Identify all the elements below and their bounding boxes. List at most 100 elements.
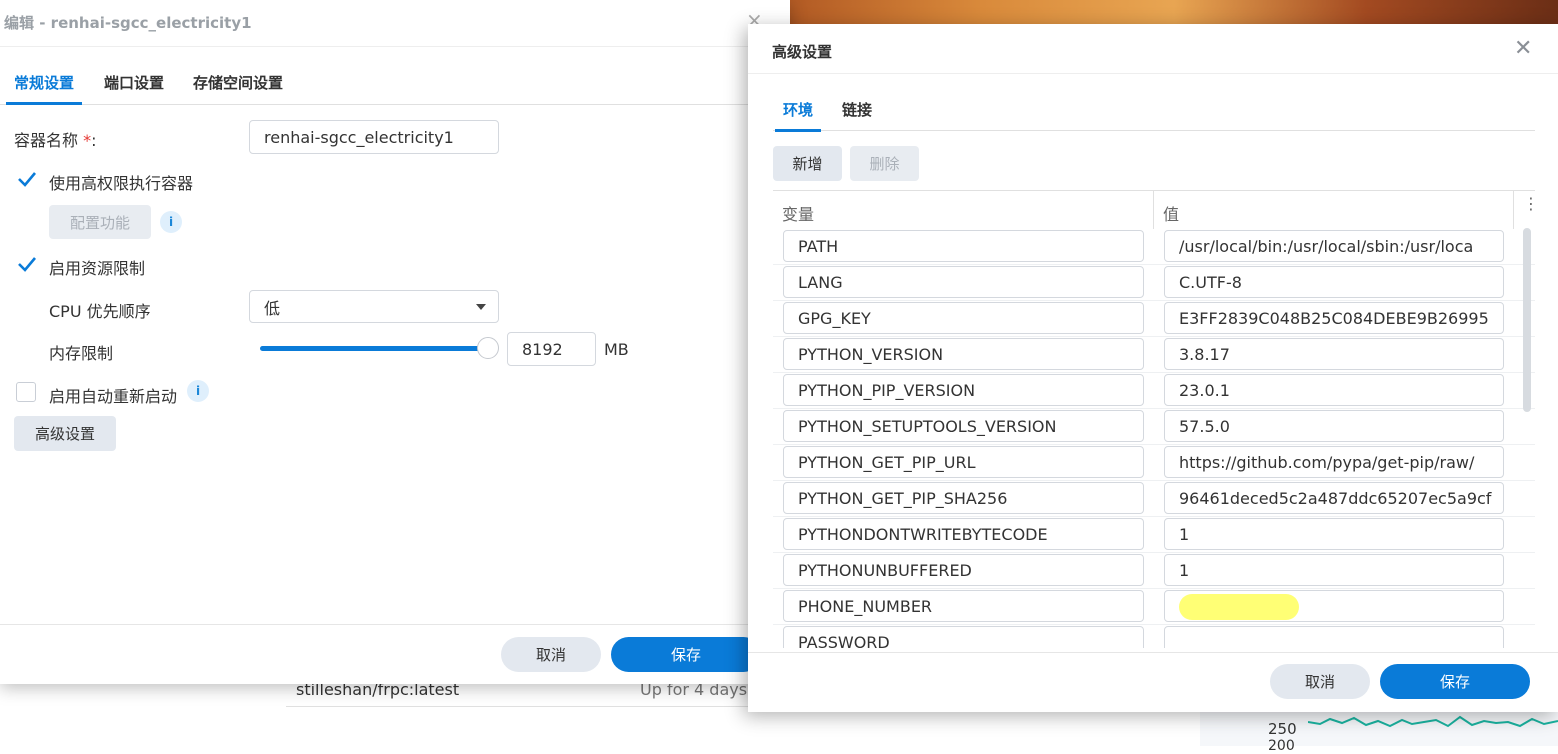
background-sidebar bbox=[0, 690, 267, 746]
redaction-highlight bbox=[1179, 594, 1299, 620]
table-row: PYTHON_VERSION 3.8.17 bbox=[773, 336, 1535, 373]
table-row: PASSWORD bbox=[773, 624, 1535, 648]
env-value-input[interactable]: 3.8.17 bbox=[1164, 338, 1504, 370]
cpu-priority-value: 低 bbox=[264, 298, 281, 318]
memory-slider-handle[interactable] bbox=[477, 337, 499, 359]
table-row: PYTHONUNBUFFERED 1 bbox=[773, 552, 1535, 589]
tab-bar: 环境 链接 bbox=[773, 96, 1535, 132]
column-divider bbox=[1513, 191, 1514, 229]
resource-limit-label: 启用资源限制 bbox=[49, 259, 146, 278]
privileged-label: 使用高权限执行容器 bbox=[49, 174, 194, 193]
background-row-divider bbox=[286, 706, 766, 707]
env-value-input[interactable]: 57.5.0 bbox=[1164, 410, 1504, 442]
env-value-input[interactable]: https://github.com/pypa/get-pip/raw/ bbox=[1164, 446, 1504, 478]
advanced-settings-button[interactable]: 高级设置 bbox=[14, 416, 116, 451]
env-key-input[interactable]: GPG_KEY bbox=[783, 302, 1144, 334]
env-key-input[interactable]: PYTHONUNBUFFERED bbox=[783, 554, 1144, 586]
checkmark-icon bbox=[18, 172, 36, 187]
cpu-priority-select[interactable]: 低 bbox=[249, 290, 499, 323]
save-button[interactable]: 保存 bbox=[611, 637, 761, 672]
required-mark: * bbox=[83, 131, 92, 150]
background-chart-line bbox=[1308, 715, 1558, 728]
divider bbox=[748, 652, 1558, 653]
memory-limit-input[interactable]: 8192 bbox=[507, 332, 596, 366]
checkmark-icon bbox=[18, 257, 36, 272]
env-table-body: PATH /usr/local/bin:/usr/local/sbin:/usr… bbox=[773, 228, 1535, 648]
env-key-input[interactable]: PYTHON_SETUPTOOLS_VERSION bbox=[783, 410, 1144, 442]
resource-limit-checkbox[interactable] bbox=[16, 254, 36, 274]
container-name-label-text: 容器名称 bbox=[14, 131, 79, 150]
env-key-input[interactable]: PYTHONDONTWRITEBYTECODE bbox=[783, 518, 1144, 550]
env-value-input[interactable]: 23.0.1 bbox=[1164, 374, 1504, 406]
column-divider bbox=[1153, 191, 1154, 229]
env-value-input[interactable]: C.UTF-8 bbox=[1164, 266, 1504, 298]
cpu-priority-label: CPU 优先顺序 bbox=[49, 302, 151, 321]
kebab-glyph: ⋮ bbox=[1523, 194, 1539, 213]
env-value-input[interactable]: 1 bbox=[1164, 518, 1504, 550]
delete-variable-button[interactable]: 删除 bbox=[850, 146, 919, 181]
env-key-input[interactable]: PASSWORD bbox=[783, 626, 1144, 648]
divider bbox=[748, 73, 1558, 74]
env-key-input[interactable]: PYTHON_VERSION bbox=[783, 338, 1144, 370]
chevron-down-icon bbox=[476, 304, 486, 310]
table-row: PYTHON_SETUPTOOLS_VERSION 57.5.0 bbox=[773, 408, 1535, 445]
env-key-input[interactable]: LANG bbox=[783, 266, 1144, 298]
cancel-button[interactable]: 取消 bbox=[501, 637, 601, 672]
save-button[interactable]: 保存 bbox=[1380, 664, 1530, 699]
table-row: PHONE_NUMBER bbox=[773, 588, 1535, 625]
env-table-header: 变量 值 ⋮ bbox=[773, 190, 1539, 229]
memory-slider-track[interactable] bbox=[260, 346, 488, 351]
env-value-input[interactable] bbox=[1164, 590, 1504, 622]
tab-bar: 常规设置 端口设置 存储空间设置 bbox=[0, 62, 790, 105]
env-key-input[interactable]: PYTHON_GET_PIP_URL bbox=[783, 446, 1144, 478]
column-header-variable[interactable]: 变量 bbox=[782, 201, 814, 225]
auto-restart-label: 启用自动重新启动 bbox=[49, 387, 178, 406]
memory-limit-label: 内存限制 bbox=[49, 344, 114, 363]
close-icon[interactable]: ✕ bbox=[1514, 36, 1532, 61]
privileged-checkbox[interactable] bbox=[16, 169, 36, 189]
add-variable-button[interactable]: 新增 bbox=[773, 146, 842, 181]
scrollbar[interactable] bbox=[1523, 228, 1531, 412]
divider bbox=[0, 46, 790, 47]
container-name-input[interactable]: renhai-sgcc_electricity1 bbox=[249, 120, 499, 154]
table-row: PYTHON_GET_PIP_URL https://github.com/py… bbox=[773, 444, 1535, 481]
info-icon[interactable]: i bbox=[160, 211, 182, 233]
divider bbox=[0, 624, 790, 625]
env-value-input[interactable] bbox=[1164, 626, 1504, 648]
env-value-input[interactable]: /usr/local/bin:/usr/local/sbin:/usr/loca bbox=[1164, 230, 1504, 262]
info-icon[interactable]: i bbox=[187, 380, 209, 402]
background-chart bbox=[1200, 712, 1558, 746]
tab-storage-settings[interactable]: 存储空间设置 bbox=[193, 72, 283, 93]
column-menu-icon[interactable]: ⋮ bbox=[1523, 196, 1539, 212]
memory-unit-label: MB bbox=[604, 340, 629, 359]
table-row: PYTHONDONTWRITEBYTECODE 1 bbox=[773, 516, 1535, 553]
tab-general-settings[interactable]: 常规设置 bbox=[5, 72, 83, 105]
edit-container-dialog: 编辑 - renhai-sgcc_electricity1 × 常规设置 端口设… bbox=[0, 0, 790, 684]
env-key-input[interactable]: PYTHON_PIP_VERSION bbox=[783, 374, 1144, 406]
chart-tick-label: 200 bbox=[1268, 738, 1295, 754]
configure-capabilities-button[interactable]: 配置功能 bbox=[49, 205, 151, 239]
env-value-input[interactable]: 96461deced5c2a487ddc65207ec5a9cf bbox=[1164, 482, 1504, 514]
column-header-value[interactable]: 值 bbox=[1163, 201, 1179, 225]
dialog-title: 编辑 - renhai-sgcc_electricity1 bbox=[4, 14, 252, 32]
tab-environment[interactable]: 环境 bbox=[774, 99, 822, 132]
env-value-input[interactable]: 1 bbox=[1164, 554, 1504, 586]
tab-links[interactable]: 链接 bbox=[842, 99, 872, 120]
cancel-button[interactable]: 取消 bbox=[1270, 664, 1370, 699]
auto-restart-checkbox[interactable] bbox=[16, 382, 36, 402]
advanced-settings-dialog: 高级设置 ✕ 环境 链接 新增 删除 变量 值 ⋮ PATH /usr/loca… bbox=[748, 24, 1558, 712]
table-row: PATH /usr/local/bin:/usr/local/sbin:/usr… bbox=[773, 228, 1535, 265]
env-key-input[interactable]: PATH bbox=[783, 230, 1144, 262]
env-key-input[interactable]: PHONE_NUMBER bbox=[783, 590, 1144, 622]
dialog-title: 高级设置 bbox=[772, 43, 833, 61]
chart-tick-label: 250 bbox=[1268, 720, 1297, 738]
table-row: PYTHON_GET_PIP_SHA256 96461deced5c2a487d… bbox=[773, 480, 1535, 517]
table-row: GPG_KEY E3FF2839C048B25C084DEBE9B26995 bbox=[773, 300, 1535, 337]
table-row: LANG C.UTF-8 bbox=[773, 264, 1535, 301]
tab-port-settings[interactable]: 端口设置 bbox=[104, 72, 164, 93]
env-value-input[interactable]: E3FF2839C048B25C084DEBE9B26995 bbox=[1164, 302, 1504, 334]
container-name-label: 容器名称 *: bbox=[14, 127, 97, 151]
env-key-input[interactable]: PYTHON_GET_PIP_SHA256 bbox=[783, 482, 1144, 514]
table-row: PYTHON_PIP_VERSION 23.0.1 bbox=[773, 372, 1535, 409]
label-colon: : bbox=[91, 131, 97, 150]
